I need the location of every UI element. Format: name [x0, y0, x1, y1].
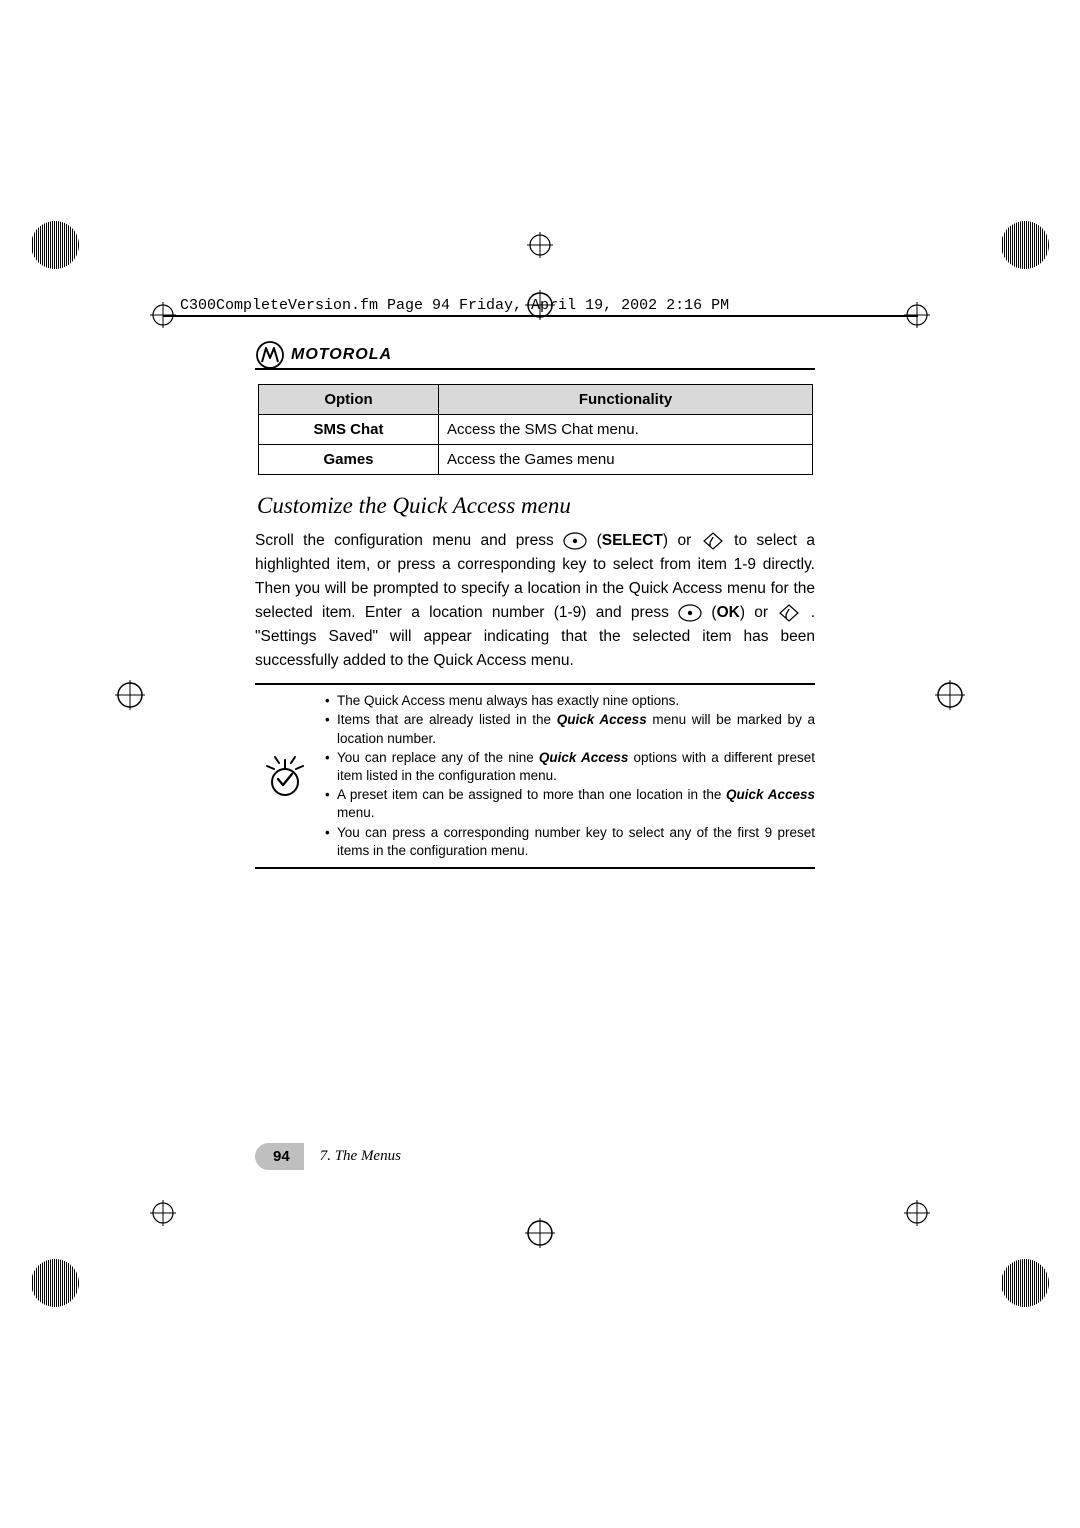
quick-access-term: Quick Access: [726, 787, 815, 802]
section-title: Customize the Quick Access menu: [257, 493, 815, 519]
select-label: SELECT: [602, 532, 663, 549]
note-item: You can press a corresponding number key…: [325, 824, 815, 860]
page-number: 94: [255, 1143, 304, 1170]
quick-access-term: Quick Access: [557, 712, 647, 727]
functionality-cell: Access the Games menu: [439, 445, 813, 475]
para-text: ) or: [663, 532, 701, 549]
registration-mark-top-left: [30, 220, 80, 270]
ok-label: OK: [717, 604, 740, 621]
crop-mark: [904, 1200, 930, 1226]
note-item: The Quick Access menu always has exactly…: [325, 692, 815, 710]
motorola-logo-icon: [255, 340, 285, 370]
note-list: The Quick Access menu always has exactly…: [325, 691, 815, 861]
registration-mark-bottom-left: [30, 1258, 80, 1308]
page-footer: 94 7. The Menus: [255, 1143, 401, 1170]
table-row: SMS Chat Access the SMS Chat menu.: [259, 415, 813, 445]
registration-mark-top-right: [1000, 220, 1050, 270]
quick-access-term: Quick Access: [539, 750, 628, 765]
crop-mark: [150, 1200, 176, 1226]
registration-mark-left-center: [115, 680, 145, 710]
select-key-icon: [563, 531, 587, 551]
note-icon: [255, 752, 315, 800]
note-text: Items that are already listed in the: [337, 712, 557, 727]
select-key-icon: [678, 603, 702, 623]
brand-wordmark: MOTOROLA: [291, 346, 392, 364]
note-item: A preset item can be assigned to more th…: [325, 786, 815, 822]
note-item: You can replace any of the nine Quick Ac…: [325, 749, 815, 785]
crop-mark: [527, 232, 553, 258]
page-frame-line: [163, 315, 918, 317]
page-meta-text: C300CompleteVersion.fm Page 94 Friday, A…: [180, 297, 729, 314]
option-cell: Games: [259, 445, 439, 475]
note-item: Items that are already listed in the Qui…: [325, 711, 815, 747]
registration-mark-bottom-right: [1000, 1258, 1050, 1308]
brand-divider: [255, 368, 815, 370]
chapter-title: 7. The Menus: [320, 1148, 401, 1165]
option-cell: SMS Chat: [259, 415, 439, 445]
para-text: ) or: [740, 604, 778, 621]
functionality-cell: Access the SMS Chat menu.: [439, 415, 813, 445]
send-key-icon: [777, 603, 801, 623]
table-row: Games Access the Games menu: [259, 445, 813, 475]
note-text: A preset item can be assigned to more th…: [337, 787, 726, 802]
note-text: You can replace any of the nine: [337, 750, 539, 765]
brand-row: MOTOROLA: [255, 340, 815, 370]
page-content: MOTOROLA Option Functionality SMS Chat A…: [255, 340, 815, 869]
registration-mark-right-center: [935, 680, 965, 710]
col-header-option: Option: [259, 385, 439, 415]
body-paragraph: Scroll the configuration menu and press …: [255, 529, 815, 673]
options-table: Option Functionality SMS Chat Access the…: [258, 384, 813, 475]
send-key-icon: [701, 531, 725, 551]
note-text: menu.: [337, 805, 375, 820]
note-block: The Quick Access menu always has exactly…: [255, 683, 815, 869]
table-header-row: Option Functionality: [259, 385, 813, 415]
registration-mark-bottom-center: [525, 1218, 555, 1248]
col-header-functionality: Functionality: [439, 385, 813, 415]
para-text: Scroll the configuration menu and press: [255, 532, 563, 549]
